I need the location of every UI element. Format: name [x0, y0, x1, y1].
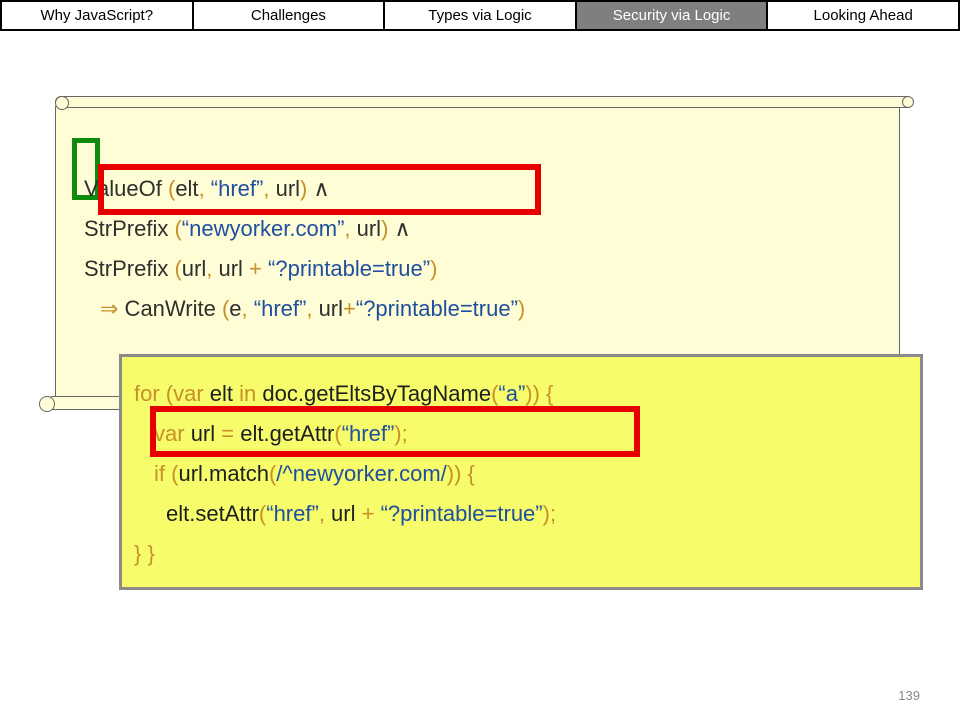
code-line-5: } } — [134, 541, 155, 566]
formula-line-4: ⇒ CanWrite (e, “href”, url+“?printable=t… — [100, 296, 526, 321]
highlight-valueof — [98, 164, 541, 215]
formula-line-2: StrPrefix (“newyorker.com”, url) ∧ — [84, 216, 411, 241]
tab-challenges[interactable]: Challenges — [194, 2, 386, 29]
formula-line-3: StrPrefix (url, url + “?printable=true”) — [84, 256, 438, 281]
implies-arrow-icon: ⇒ — [100, 296, 119, 321]
scroll-bottom-curl — [39, 396, 55, 412]
tab-looking-ahead[interactable]: Looking Ahead — [768, 2, 958, 29]
code-snippet-box: for (var elt in doc.getEltsByTagName(“a”… — [119, 354, 923, 590]
scroll-bottom-roll — [46, 396, 126, 410]
tab-why-javascript[interactable]: Why JavaScript? — [2, 2, 194, 29]
tab-security-via-logic[interactable]: Security via Logic — [576, 2, 769, 29]
code-line-4: elt.setAttr(“href”, url + “?printable=tr… — [166, 501, 557, 526]
code-line-1: for (var elt in doc.getEltsByTagName(“a”… — [134, 381, 554, 406]
scroll-top-curl — [55, 96, 69, 110]
highlight-getattr — [150, 406, 640, 457]
slide-nav-bar: Why JavaScript? Challenges Types via Log… — [0, 0, 960, 31]
scroll-top-right-curl — [902, 96, 914, 108]
scroll-top-roll — [55, 96, 913, 108]
tab-types-via-logic[interactable]: Types via Logic — [385, 2, 577, 29]
page-number: 139 — [898, 688, 920, 703]
code-line-3: if (url.match(/^newyorker.com/)) { — [154, 461, 475, 486]
